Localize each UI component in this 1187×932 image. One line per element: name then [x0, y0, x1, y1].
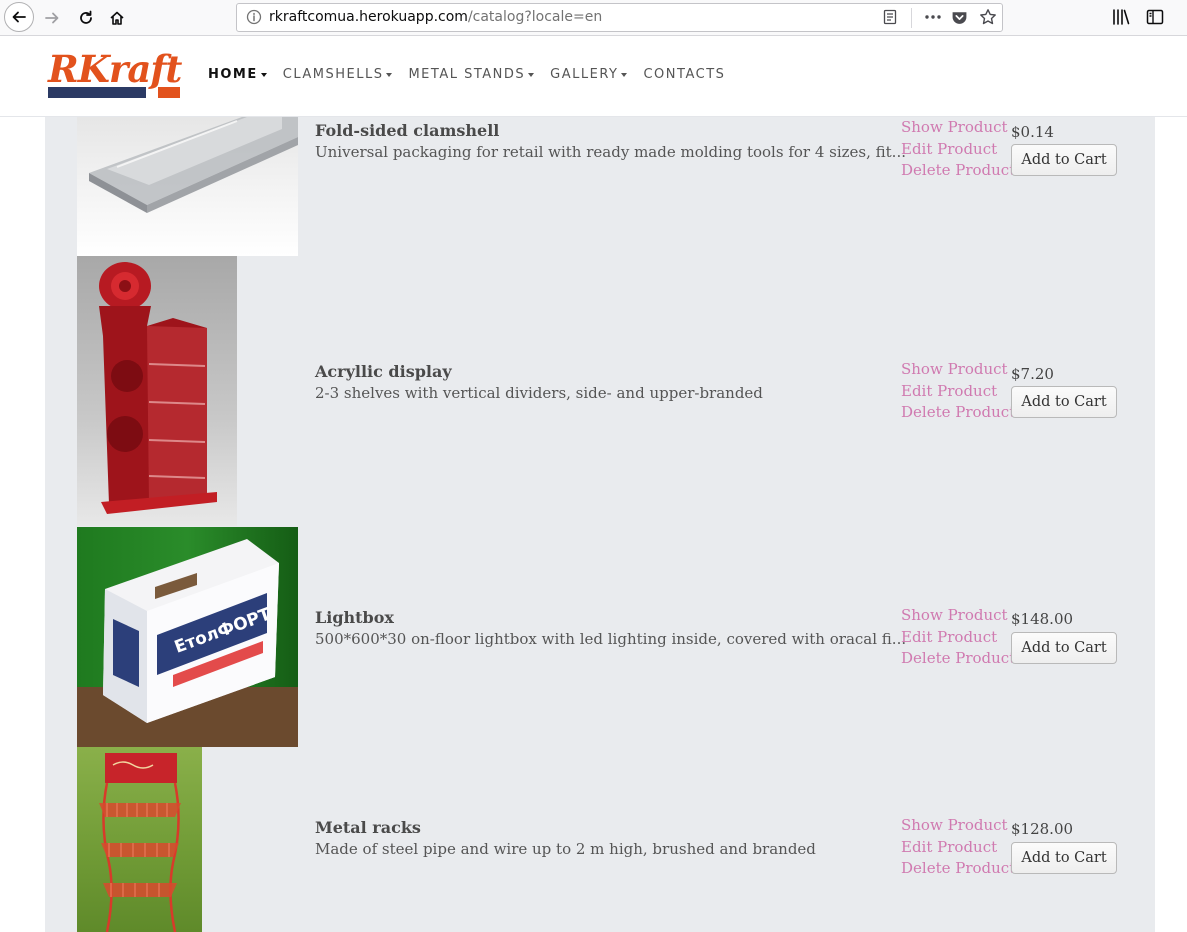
address-bar[interactable]: rkraftcomua.herokuapp.com/catalog?locale… [236, 3, 1003, 32]
main-nav: HOME CLAMSHELLS METAL STANDS GALLERY CON… [208, 67, 741, 82]
edit-product-link[interactable]: Edit Product [901, 139, 1015, 161]
product-actions: Show Product Edit Product Delete Product [901, 359, 1015, 424]
delete-product-link[interactable]: Delete Product [901, 402, 1015, 424]
nav-contacts[interactable]: CONTACTS [643, 67, 725, 82]
product-image-lightbox[interactable]: ЕтолФОРТ [77, 527, 298, 747]
edit-product-link[interactable]: Edit Product [901, 627, 1015, 649]
url-text[interactable]: rkraftcomua.herokuapp.com/catalog?locale… [269, 9, 602, 25]
product-image-clamshell[interactable] [77, 117, 298, 256]
nav-home-label: HOME [208, 67, 258, 82]
product-name[interactable]: Fold-sided clamshell [315, 121, 906, 141]
product-row: Metal racks Made of steel pipe and wire … [45, 747, 1155, 932]
add-to-cart-button[interactable]: Add to Cart [1011, 632, 1117, 664]
edit-product-link[interactable]: Edit Product [901, 837, 1015, 859]
nav-metal-stands[interactable]: METAL STANDS [408, 67, 535, 82]
product-info: Metal racks Made of steel pipe and wire … [315, 818, 816, 860]
home-button[interactable] [103, 4, 131, 32]
browser-toolbar: rkraftcomua.herokuapp.com/catalog?locale… [0, 0, 1187, 36]
nav-gallery[interactable]: GALLERY [550, 67, 628, 82]
product-description: 2-3 shelves with vertical dividers, side… [315, 384, 763, 402]
catalog-panel: Fold-sided clamshell Universal packaging… [45, 117, 1155, 932]
product-row: Acryllic display 2-3 shelves with vertic… [45, 256, 1155, 526]
edit-product-link[interactable]: Edit Product [901, 381, 1015, 403]
pocket-icon[interactable] [951, 9, 968, 30]
reload-button[interactable] [72, 4, 100, 32]
product-price: $128.00 [1011, 820, 1074, 838]
page-actions-icon[interactable] [923, 7, 943, 31]
site-logo[interactable]: RKraft [46, 47, 186, 101]
delete-product-link[interactable]: Delete Product [901, 648, 1015, 670]
product-info: Fold-sided clamshell Universal packaging… [315, 121, 906, 163]
back-button[interactable] [4, 2, 34, 32]
product-name[interactable]: Metal racks [315, 818, 816, 838]
logo-bar-accent [158, 87, 180, 98]
forward-button[interactable] [38, 4, 66, 32]
delete-product-link[interactable]: Delete Product [901, 858, 1015, 880]
nav-metal-stands-label: METAL STANDS [408, 67, 526, 82]
add-to-cart-button[interactable]: Add to Cart [1011, 842, 1117, 874]
product-actions: Show Product Edit Product Delete Product [901, 117, 1015, 182]
url-host: rkraftcomua.herokuapp.com [269, 9, 468, 25]
caret-down-icon [386, 72, 393, 77]
product-name[interactable]: Acryllic display [315, 362, 763, 382]
product-price: $0.14 [1011, 123, 1054, 141]
product-info: Acryllic display 2-3 shelves with vertic… [315, 362, 763, 404]
show-product-link[interactable]: Show Product [901, 605, 1015, 627]
logo-bar [48, 87, 146, 98]
add-to-cart-button[interactable]: Add to Cart [1011, 386, 1117, 418]
show-product-link[interactable]: Show Product [901, 117, 1015, 139]
product-image-acrylic-display[interactable] [77, 256, 237, 526]
show-product-link[interactable]: Show Product [901, 815, 1015, 837]
product-info: Lightbox 500*600*30 on-floor lightbox wi… [315, 608, 906, 650]
product-row: Fold-sided clamshell Universal packaging… [45, 117, 1155, 256]
product-description: 500*600*30 on-floor lightbox with led li… [315, 630, 907, 648]
nav-clamshells[interactable]: CLAMSHELLS [283, 67, 393, 82]
product-description: Made of steel pipe and wire up to 2 m hi… [315, 840, 816, 858]
reader-view-icon[interactable] [882, 9, 898, 29]
sidebar-icon[interactable] [1146, 8, 1164, 30]
arrow-right-icon [45, 12, 59, 24]
product-name[interactable]: Lightbox [315, 608, 906, 628]
home-icon [110, 11, 124, 25]
caret-down-icon [621, 72, 628, 77]
nav-home[interactable]: HOME [208, 67, 267, 82]
product-actions: Show Product Edit Product Delete Product [901, 815, 1015, 880]
delete-product-link[interactable]: Delete Product [901, 160, 1015, 182]
library-icon[interactable] [1112, 8, 1130, 30]
site-header: RKraft HOME CLAMSHELLS METAL STANDS GALL… [0, 37, 1187, 117]
nav-clamshells-label: CLAMSHELLS [282, 67, 384, 82]
bookmark-star-icon[interactable] [979, 8, 997, 30]
caret-down-icon [528, 72, 535, 77]
site-info-icon[interactable] [246, 9, 262, 29]
product-price: $7.20 [1011, 365, 1054, 383]
logo-text: RKraft [48, 47, 182, 91]
show-product-link[interactable]: Show Product [901, 359, 1015, 381]
product-image-metal-racks[interactable] [77, 747, 202, 932]
product-price: $148.00 [1011, 610, 1074, 628]
product-row: ЕтолФОРТ Lightbox 500*600*30 on-floor li… [45, 527, 1155, 747]
add-to-cart-button[interactable]: Add to Cart [1011, 144, 1117, 176]
nav-contacts-label: CONTACTS [643, 67, 726, 82]
reload-icon [80, 10, 92, 24]
product-description: Universal packaging for retail with read… [315, 143, 906, 161]
nav-gallery-label: GALLERY [550, 67, 619, 82]
product-actions: Show Product Edit Product Delete Product [901, 605, 1015, 670]
caret-down-icon [260, 72, 267, 77]
url-separator [911, 8, 912, 28]
url-path: /catalog?locale=en [467, 9, 603, 25]
arrow-left-icon [12, 11, 26, 23]
